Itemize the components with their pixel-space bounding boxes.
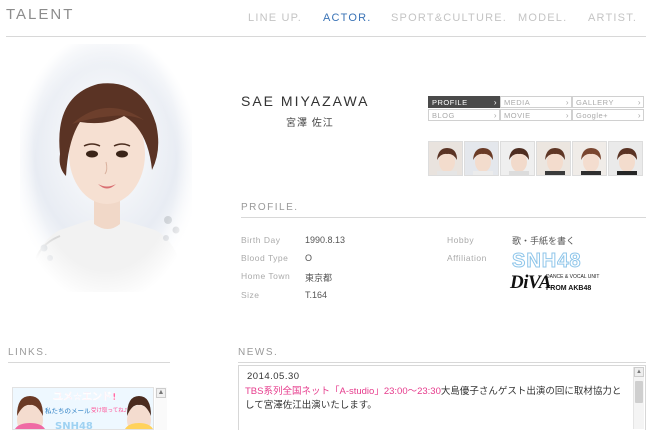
- chevron-right-icon: ›: [637, 111, 641, 120]
- nav-sport-culture[interactable]: SPORT&CULTURE.: [391, 12, 507, 24]
- news-feed[interactable]: 2014.05.30 TBS系列全国ネット「A-studio」23:00〜23:…: [238, 365, 646, 430]
- nav-model[interactable]: MODEL.: [518, 12, 567, 24]
- gallery-thumbnail[interactable]: [572, 141, 607, 176]
- nav-lineup[interactable]: LINE UP.: [248, 12, 302, 24]
- diva-logo-text: DiVA: [510, 272, 551, 293]
- gallery-thumbnail[interactable]: [500, 141, 535, 176]
- news-divider: [238, 362, 646, 363]
- birthday-label: Birth Day: [241, 235, 281, 245]
- hometown-label: Home Town: [241, 271, 291, 281]
- birthday-value: 1990.8.13: [305, 235, 346, 245]
- profile-divider: [241, 217, 646, 218]
- nav-artist[interactable]: ARTIST.: [588, 12, 637, 24]
- size-value: T.164: [305, 290, 328, 300]
- header-divider: [6, 36, 646, 37]
- scrollbar-thumb[interactable]: [635, 381, 643, 403]
- google-plus-tab-label: Google+: [576, 111, 609, 120]
- snh48-logo: SNH48: [511, 250, 582, 273]
- chevron-right-icon: ›: [565, 98, 569, 107]
- brand-title: TALENT: [6, 6, 75, 23]
- gallery-tab-label: GALLERY: [576, 98, 614, 107]
- blog-tab-button[interactable]: BLOG ›: [428, 109, 500, 121]
- blog-tab-label: BLOG: [432, 111, 455, 120]
- scroll-up-icon[interactable]: ▲: [156, 388, 166, 398]
- movie-tab-label: MOVIE: [504, 111, 531, 120]
- scroll-up-icon[interactable]: ▲: [634, 367, 644, 377]
- gallery-thumbnail[interactable]: [608, 141, 643, 176]
- google-plus-tab-button[interactable]: Google+ ›: [572, 109, 644, 121]
- movie-tab-button[interactable]: MOVIE ›: [500, 109, 572, 121]
- banner-tag: 受け取ってね♪: [91, 406, 128, 414]
- news-text-line-1: 大島優子さんゲスト出演の回に取材協力と: [440, 386, 622, 397]
- gallery-thumbnail[interactable]: [536, 141, 571, 176]
- blood-type-label: Blood Type: [241, 253, 289, 263]
- diva-logo-subtitle: DANCE & VOCAL UNIT: [546, 274, 600, 280]
- profile-tab-label: PROFILE: [432, 98, 468, 107]
- news-section-title: NEWS.: [238, 347, 279, 358]
- chevron-right-icon: ›: [565, 111, 569, 120]
- media-tab-label: MEDIA: [504, 98, 531, 107]
- chevron-right-icon: ›: [493, 111, 497, 120]
- links-banner[interactable]: ユメ☆エンド! 私たちのメール 受け取ってね♪ SNH48: [12, 387, 154, 430]
- gallery-thumbnail[interactable]: [428, 141, 463, 176]
- gallery-tab-button[interactable]: GALLERY ›: [572, 96, 644, 108]
- banner-title: ユメ☆エンド!: [53, 391, 117, 403]
- news-text-line-2: して宮澤佐江出演いたします。: [245, 400, 377, 411]
- links-scrollbar[interactable]: ▲: [155, 387, 167, 430]
- news-item-text: TBS系列全国ネット「A-studio」23:00〜23:30大島優子さんゲスト…: [245, 385, 627, 413]
- size-label: Size: [241, 290, 260, 300]
- media-tab-button[interactable]: MEDIA ›: [500, 96, 572, 108]
- news-scrollbar[interactable]: ▲: [633, 367, 644, 429]
- profile-section-title: PROFILE.: [241, 202, 299, 213]
- blood-type-value: O: [305, 253, 313, 263]
- gallery-thumbnail[interactable]: [464, 141, 499, 176]
- diva-logo: DiVA DANCE & VOCAL UNIT FROM AKB48: [510, 272, 610, 298]
- talent-portrait: [20, 44, 192, 292]
- affiliation-label: Affiliation: [447, 253, 487, 263]
- news-highlight-link[interactable]: TBS系列全国ネット「A-studio」23:00〜23:30: [245, 386, 441, 397]
- banner-footer: SNH48: [55, 421, 93, 430]
- banner-subtitle: 私たちのメール: [45, 406, 91, 415]
- news-date: 2014.05.30: [247, 371, 300, 382]
- nav-actor[interactable]: ACTOR.: [323, 12, 372, 24]
- talent-name: SAE MIYAZAWA: [241, 93, 370, 109]
- hobby-value: 歌・手紙を書く: [512, 236, 576, 246]
- links-divider: [8, 362, 170, 363]
- hometown-value: 東京都: [305, 273, 333, 283]
- links-section-title: LINKS.: [8, 347, 49, 358]
- profile-tab-button[interactable]: PROFILE ›: [428, 96, 500, 108]
- talent-name-kanji: 宮澤 佐江: [286, 118, 334, 129]
- chevron-right-icon: ›: [493, 98, 497, 107]
- diva-logo-group: FROM AKB48: [546, 285, 592, 292]
- hobby-label: Hobby: [447, 235, 475, 245]
- chevron-right-icon: ›: [637, 98, 641, 107]
